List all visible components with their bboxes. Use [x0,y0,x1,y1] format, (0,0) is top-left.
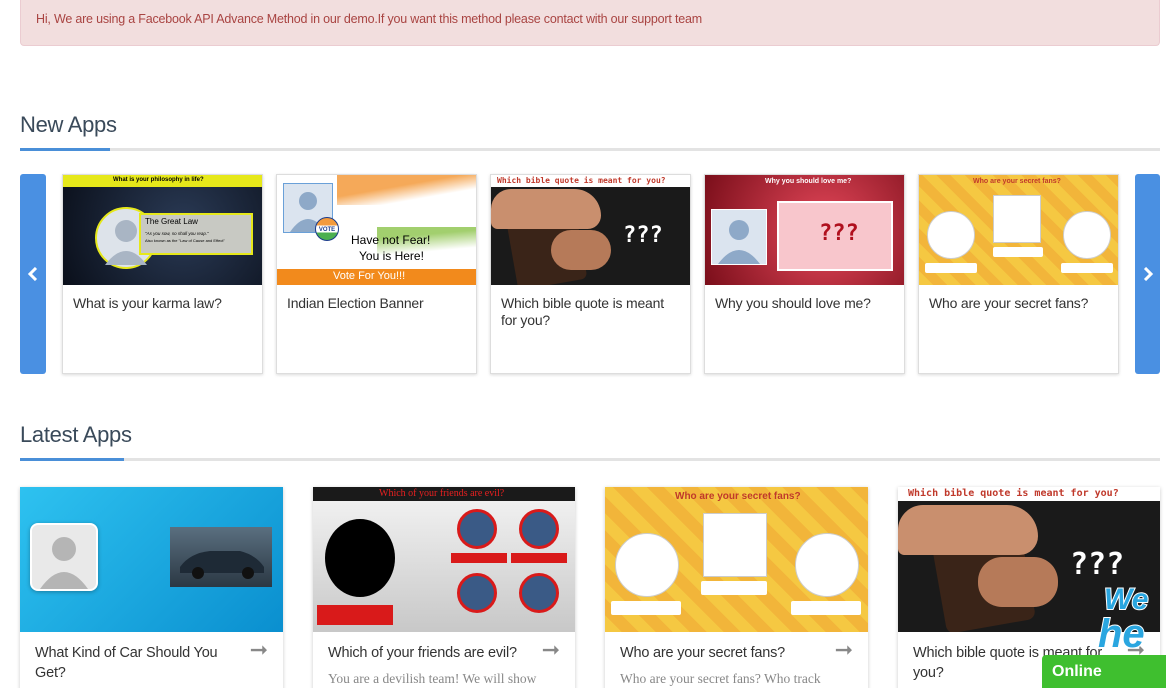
avatar [711,209,767,265]
vote-badge: VOTE [315,217,339,241]
app-thumbnail: What is your philosophy in life? The Gre… [63,175,262,285]
slider-prev-button[interactable] [20,174,46,374]
thumb-heading: Why you should love me? [765,178,852,185]
thumb-box-title: The Great Law [145,217,198,226]
app-title[interactable]: What Kind of Car Should You Get? [35,643,230,683]
app-title[interactable]: Indian Election Banner [277,285,476,312]
app-thumbnail: VOTE Have not Fear! You is Here! Vote Fo… [277,175,476,285]
app-title[interactable]: Which of your friends are evil? [328,643,523,663]
app-title[interactable]: Who are your secret fans? [919,285,1118,312]
thumb-footer: Vote For You!!! [333,270,406,282]
thumb-heading: Who are your secret fans? [675,491,801,502]
chevron-right-icon [1143,267,1153,281]
latest-apps-divider [20,458,1160,461]
thumb-heading: Who are your secret fans? [973,178,1061,185]
car-image [170,527,272,587]
latest-apps-heading: Latest Apps [20,422,132,447]
new-apps-heading: New Apps [20,112,117,137]
thumb-heading: Which of your friends are evil? [379,488,505,499]
thumb-box-text2: Also known as the "Law of Cause and Effe… [145,238,225,243]
chat-logo-icon: We he [1097,582,1149,657]
app-description: Who are your secret fans? Who track [620,671,821,686]
chevron-left-icon [27,267,38,281]
thumb-box-text: "As you sow, so shall you reap." [145,231,209,236]
new-app-card-election[interactable]: VOTE Have not Fear! You is Here! Vote Fo… [276,174,477,374]
thumb-heading: What is your philosophy in life? [113,177,204,183]
arrow-right-icon[interactable]: ➞ [835,637,853,663]
app-thumbnail [20,487,283,632]
app-thumbnail: Which bible quote is meant for you? ??? [491,175,690,285]
new-app-card-love[interactable]: Why you should love me? ??? Why you shou… [704,174,905,374]
thumb-heading: Which bible quote is meant for you? [497,176,666,185]
thumb-line1: Have not Fear! [351,233,431,247]
app-thumbnail: Who are your secret fans? [919,175,1118,285]
app-title[interactable]: Which bible quote is meant for you? [491,285,690,329]
thumb-marks: ??? [819,221,859,246]
thumb-marks: ??? [623,223,663,248]
new-app-card-karma[interactable]: What is your philosophy in life? The Gre… [62,174,263,374]
thumb-heading: Which bible quote is meant for you? [908,488,1119,499]
new-apps-divider [20,148,1160,151]
slider-next-button[interactable] [1135,174,1160,374]
avatar [30,523,98,591]
app-title[interactable]: Who are your secret fans? [620,643,815,663]
app-thumbnail: Who are your secret fans? [605,487,868,632]
latest-app-card-car[interactable]: What Kind of Car Should You Get? ➞ [20,487,283,688]
latest-app-card-fans[interactable]: Who are your secret fans? Who are your s… [605,487,868,688]
arrow-right-icon[interactable]: ➞ [542,637,560,663]
app-title[interactable]: What is your karma law? [63,285,262,312]
latest-app-card-evil[interactable]: Which of your friends are evil? Which of… [313,487,575,688]
app-title[interactable]: Why you should love me? [705,285,904,312]
thumb-line2: You is Here! [359,249,424,263]
demo-alert: Hi, We are using a Facebook API Advance … [20,0,1160,46]
svg-text:he: he [1098,612,1145,655]
new-app-card-fans[interactable]: Who are your secret fans? Who are your s… [918,174,1119,374]
app-thumbnail: Which of your friends are evil? [313,487,575,632]
app-thumbnail: Why you should love me? ??? [705,175,904,285]
chat-online-button[interactable]: Online [1042,655,1166,688]
chat-widget-logo[interactable]: We he [1096,575,1166,657]
new-app-card-bible[interactable]: Which bible quote is meant for you? ??? … [490,174,691,374]
arrow-right-icon[interactable]: ➞ [250,637,268,663]
app-description: You are a devilish team! We will show [328,671,537,686]
